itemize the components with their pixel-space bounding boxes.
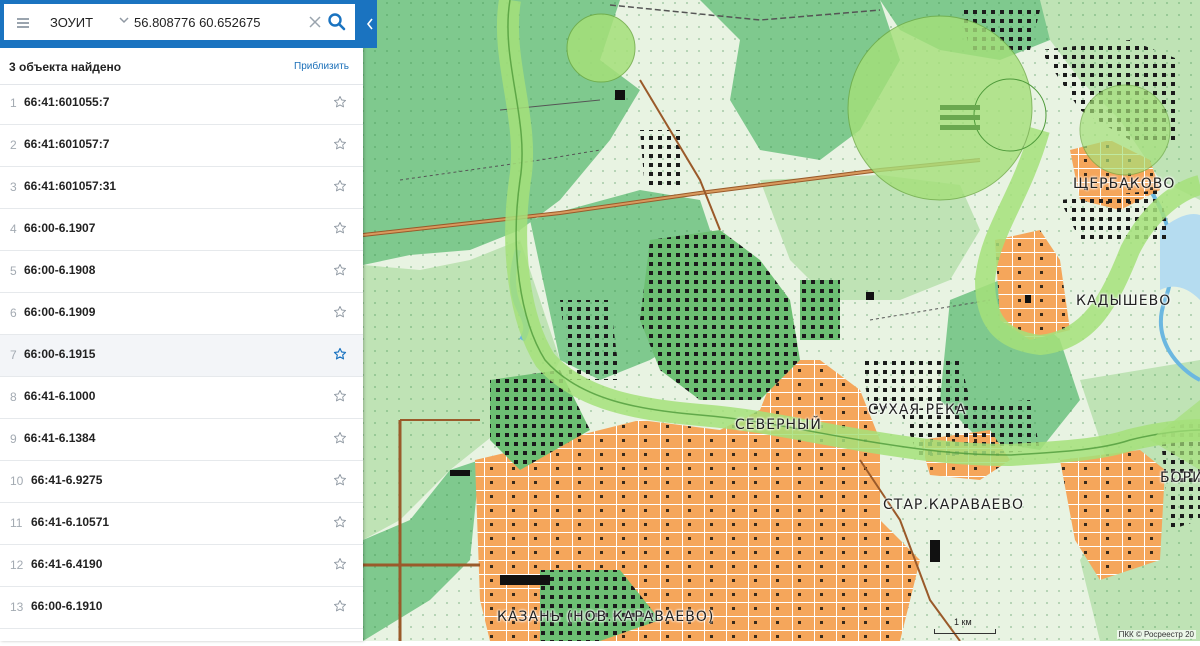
result-row[interactable]: 11 66:41-6.10571: [0, 503, 363, 545]
menu-icon[interactable]: [14, 14, 32, 30]
result-number: 1: [10, 96, 17, 110]
search-input[interactable]: [134, 10, 304, 34]
cadastral-number: 66:00-6.1908: [24, 263, 96, 277]
chevron-left-icon: [366, 18, 373, 30]
star-icon[interactable]: [333, 473, 347, 487]
cadastral-number: 66:00-6.1907: [24, 221, 96, 235]
result-row[interactable]: 3 66:41:601057:31: [0, 167, 363, 209]
cadastral-number: 66:41-6.1000: [24, 389, 96, 403]
map-attribution[interactable]: ПКК © Росреестр 20: [1116, 630, 1196, 639]
search-box: ЗОУИТ: [4, 4, 355, 40]
result-number: 5: [10, 264, 17, 278]
result-number: 7: [10, 348, 17, 362]
result-number: 13: [10, 600, 24, 614]
result-number: 11: [10, 516, 23, 530]
result-row[interactable]: 9 66:41-6.1384: [0, 419, 363, 461]
chevron-down-icon: [119, 17, 129, 24]
map-label-kazan: КАЗАНЬ (НОВ.КАРАВАЕВО): [497, 609, 715, 625]
star-icon[interactable]: [333, 305, 347, 319]
map-scale-label: 1 км: [954, 617, 972, 627]
result-row[interactable]: 1 66:41:601055:7: [0, 83, 363, 125]
cadastral-number: 66:00-6.1915: [24, 347, 96, 361]
map-scale-bar: [934, 629, 996, 634]
result-number: 2: [10, 138, 17, 152]
map-label-sukhaya-reka: СУХАЯ РЕКА: [868, 402, 967, 418]
result-row[interactable]: 7 66:00-6.1915: [0, 335, 363, 377]
map-label-boriso: БОРИСО: [1160, 470, 1200, 486]
result-number: 3: [10, 180, 17, 194]
layer-type-select[interactable]: ЗОУИТ: [42, 4, 132, 40]
result-row[interactable]: 12 66:41-6.4190: [0, 545, 363, 587]
search-panel: ЗОУИТ 3 объекта найдено Приблизить 1 66:4…: [0, 0, 363, 641]
clear-icon[interactable]: [306, 13, 324, 31]
map-label-shcherbakovo: ЩЕРБАКОВО: [1073, 176, 1176, 192]
result-row[interactable]: 2 66:41:601057:7: [0, 125, 363, 167]
star-icon[interactable]: [333, 557, 347, 571]
star-icon[interactable]: [333, 263, 347, 277]
star-icon[interactable]: [333, 347, 347, 361]
cadastral-number: 66:00-6.1910: [31, 599, 103, 613]
map-label-severny: СЕВЕРНЫЙ: [735, 417, 822, 433]
star-icon[interactable]: [333, 389, 347, 403]
map-label-kadyshevo: КАДЫШЕВО: [1076, 293, 1172, 309]
zoom-to-results-link[interactable]: Приблизить: [294, 61, 349, 72]
cadastral-number: 66:41-6.1384: [24, 431, 96, 445]
result-number: 8: [10, 390, 17, 404]
cadastral-number: 66:41-6.10571: [31, 515, 110, 529]
star-icon[interactable]: [333, 137, 347, 151]
result-row[interactable]: 5 66:00-6.1908: [0, 251, 363, 293]
result-row[interactable]: 4 66:00-6.1907: [0, 209, 363, 251]
search-icon[interactable]: [326, 11, 348, 33]
result-number: 10: [10, 474, 24, 488]
result-list: 1 66:41:601055:7 2 66:41:601057:7 3 66:41:601…: [0, 83, 363, 629]
star-icon[interactable]: [333, 431, 347, 445]
cadastral-number: 66:41-6.9275: [31, 473, 103, 487]
results-count: 3 объекта найдено: [9, 60, 122, 74]
layer-type-label: ЗОУИТ: [50, 15, 94, 30]
result-row[interactable]: 13 66:00-6.1910: [0, 587, 363, 629]
result-number: 6: [10, 306, 17, 320]
map-label-star-karavaevo: СТАР.КАРАВАЕВО: [883, 497, 1024, 513]
cadastral-number: 66:41-6.4190: [31, 557, 103, 571]
result-row[interactable]: 10 66:41-6.9275: [0, 461, 363, 503]
cadastral-number: 66:00-6.1909: [24, 305, 96, 319]
result-row[interactable]: 8 66:41-6.1000: [0, 377, 363, 419]
result-row[interactable]: 6 66:00-6.1909: [0, 293, 363, 335]
search-bar: ЗОУИТ: [0, 0, 363, 48]
collapse-panel-button[interactable]: [363, 0, 377, 48]
result-number: 12: [10, 558, 24, 572]
star-icon[interactable]: [333, 221, 347, 235]
cadastral-number: 66:41:601055:7: [24, 95, 110, 109]
result-number: 9: [10, 432, 17, 446]
results-header: 3 объекта найдено Приблизить: [0, 48, 363, 85]
star-icon[interactable]: [333, 179, 347, 193]
star-icon[interactable]: [333, 515, 347, 529]
star-icon[interactable]: [333, 599, 347, 613]
result-number: 4: [10, 222, 17, 236]
star-icon[interactable]: [333, 95, 347, 109]
cadastral-number: 66:41:601057:7: [24, 137, 110, 151]
cadastral-number: 66:41:601057:31: [24, 179, 117, 193]
